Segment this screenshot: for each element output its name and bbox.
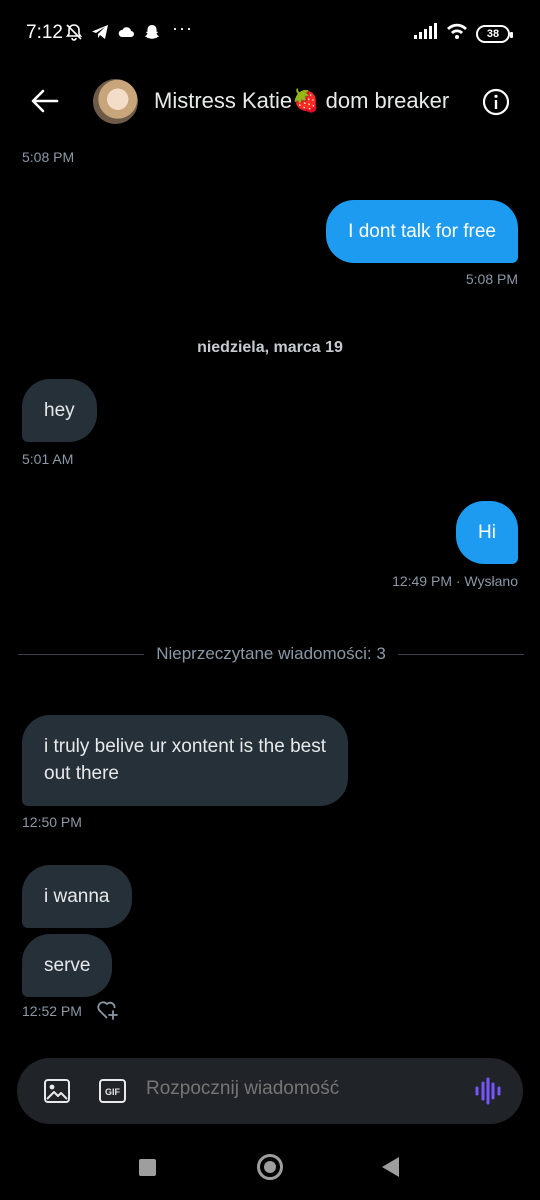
unread-separator: Nieprzeczytane wiadomości: 3 [18, 643, 525, 665]
message-timestamp: 5:08 PM [465, 271, 518, 287]
message-timestamp: 5:08 PM [22, 149, 75, 165]
message-text-line: out there [44, 763, 119, 784]
unread-count-label: Nieprzeczytane wiadomości: 3 [156, 644, 386, 663]
status-notification-icons [64, 22, 162, 42]
message-bubble-outgoing[interactable]: I dont talk for free [326, 200, 518, 263]
back-button[interactable] [28, 84, 62, 118]
divider [397, 653, 525, 655]
divider [18, 653, 145, 655]
cloud-icon [116, 22, 136, 42]
message-bubble-incoming[interactable]: i wanna [22, 865, 132, 928]
snapchat-icon [142, 22, 162, 42]
message-composer: GIF [17, 1058, 523, 1124]
message-bubble-outgoing[interactable]: Hi [456, 501, 518, 564]
add-reaction-icon[interactable] [96, 999, 120, 1026]
conversation-header: Mistress Katie🍓 dom breaker [0, 72, 540, 132]
wifi-icon [446, 22, 468, 45]
voice-message-icon[interactable] [473, 1076, 503, 1106]
more-notifications-icon: ··· [172, 18, 193, 38]
battery-icon: 38 [476, 24, 513, 43]
recent-apps-button[interactable] [139, 1159, 156, 1176]
system-navigation-bar [0, 1140, 540, 1200]
home-button[interactable] [257, 1154, 283, 1180]
avatar[interactable] [93, 79, 138, 124]
message-timestamp: 5:01 AM [22, 451, 74, 467]
status-time: 7:12 [26, 22, 63, 43]
message-bubble-incoming[interactable]: i truly belive ur xontent is the best ou… [22, 715, 348, 806]
signal-icon [414, 23, 438, 44]
muted-bell-icon [64, 22, 84, 42]
date-separator: niedziela, marca 19 [197, 339, 343, 356]
status-system-icons: 38 [414, 22, 513, 45]
gif-label: GIF [105, 1087, 121, 1097]
contact-name[interactable]: Mistress Katie🍓 dom breaker [154, 88, 449, 114]
message-timestamp: 12:52 PM [22, 1003, 82, 1019]
message-status: 12:49 PM · Wysłano [392, 573, 518, 589]
message-timestamp: 12:50 PM [22, 814, 82, 830]
telegram-icon [90, 22, 110, 42]
info-icon [482, 88, 510, 116]
info-button[interactable] [481, 87, 511, 117]
message-text-line: i truly belive ur xontent is the best [44, 736, 326, 757]
message-input[interactable] [146, 1078, 456, 1100]
system-back-button[interactable] [382, 1157, 399, 1177]
status-bar: 7:12 ··· 38 [0, 0, 540, 66]
message-bubble-incoming[interactable]: hey [22, 379, 97, 442]
gif-icon[interactable]: GIF [99, 1079, 126, 1103]
message-bubble-incoming[interactable]: serve [22, 934, 113, 997]
image-icon[interactable] [43, 1077, 71, 1105]
back-arrow-icon [31, 89, 59, 113]
